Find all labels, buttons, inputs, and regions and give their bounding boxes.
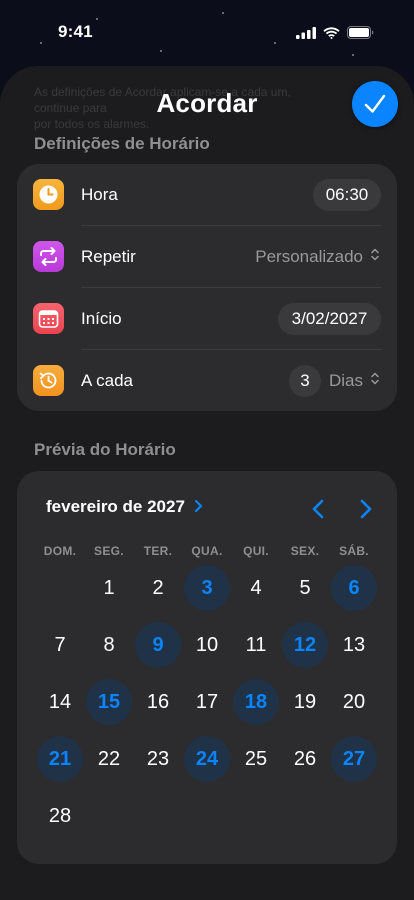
calendar-day[interactable]: 19: [282, 679, 328, 725]
next-month-button[interactable]: [357, 499, 373, 519]
preview-header: Prévia do Horário: [34, 440, 176, 459]
schedule-settings-header: Definições de Horário: [34, 134, 210, 153]
weekday-label: DOM.: [43, 544, 77, 558]
checkmark-icon: [364, 94, 386, 113]
start-date-pill[interactable]: 3/02/2027: [278, 303, 381, 335]
schedule-settings-card: Hora 06:30 Repetir Personalizado Início …: [17, 164, 397, 411]
status-time: 9:41: [58, 22, 93, 41]
calendar-month-title[interactable]: fevereiro de 2027: [46, 497, 203, 517]
chevron-up-down-icon: [371, 248, 379, 261]
calendar-day[interactable]: 16: [135, 679, 181, 725]
star-dot: [160, 50, 162, 52]
history-icon: [33, 365, 64, 396]
calendar-icon: [33, 303, 64, 334]
row-interval[interactable]: A cada 3 Dias: [17, 350, 397, 412]
month-label: fevereiro de 2027: [46, 497, 185, 516]
clock-icon: [33, 179, 64, 210]
repeat-value[interactable]: Personalizado: [255, 247, 363, 267]
interval-unit[interactable]: Dias: [329, 371, 363, 391]
calendar-day[interactable]: 8: [86, 622, 132, 668]
calendar-day[interactable]: 26: [282, 736, 328, 782]
star-dot: [352, 54, 354, 56]
weekday-label: SEX.: [290, 544, 320, 558]
done-button[interactable]: [352, 81, 398, 127]
chevron-right-small-icon: [194, 499, 202, 513]
calendar-day-scheduled[interactable]: 21: [37, 736, 83, 782]
calendar-day[interactable]: 13: [331, 622, 377, 668]
row-start-label: Início: [81, 309, 122, 328]
weekday-label: QUI.: [243, 544, 269, 558]
calendar-day[interactable]: 4: [233, 565, 279, 611]
previous-month-button[interactable]: [311, 499, 327, 519]
weekday-label: TER.: [143, 544, 173, 558]
calendar-day-scheduled[interactable]: 27: [331, 736, 377, 782]
row-interval-label: A cada: [81, 371, 133, 390]
time-value-pill[interactable]: 06:30: [313, 179, 381, 211]
calendar-day[interactable]: 5: [282, 565, 328, 611]
calendar-day-scheduled[interactable]: 15: [86, 679, 132, 725]
calendar-day[interactable]: 7: [37, 622, 83, 668]
calendar-day-scheduled[interactable]: 24: [184, 736, 230, 782]
row-repeat-label: Repetir: [81, 247, 136, 266]
calendar-day-scheduled[interactable]: 12: [282, 622, 328, 668]
calendar-day[interactable]: 2: [135, 565, 181, 611]
row-start[interactable]: Início 3/02/2027: [17, 288, 397, 350]
calendar-day[interactable]: 25: [233, 736, 279, 782]
calendar-card: fevereiro de 2027 DOM. SEG. TER. QUA. QUI. SE…: [17, 471, 397, 864]
star-dot: [274, 42, 276, 44]
calendar-day-scheduled[interactable]: 18: [233, 679, 279, 725]
star-dot: [96, 18, 98, 20]
repeat-icon: [33, 241, 64, 272]
calendar-day[interactable]: 11: [233, 622, 279, 668]
calendar-day[interactable]: 20: [331, 679, 377, 725]
calendar-day[interactable]: 10: [184, 622, 230, 668]
interval-count-pill[interactable]: 3: [289, 365, 321, 397]
chevron-up-down-icon: [371, 372, 379, 385]
wake-up-sheet: As definições de Acordar aplicam-se a ca…: [0, 66, 414, 900]
weekday-label: QUA.: [191, 544, 223, 558]
battery-icon: [347, 26, 374, 39]
status-icons: [296, 26, 374, 39]
row-time[interactable]: Hora 06:30: [17, 164, 397, 226]
star-dot: [222, 12, 224, 14]
calendar-day-scheduled[interactable]: 9: [135, 622, 181, 668]
status-bar: 9:41: [0, 0, 414, 60]
calendar-day[interactable]: 22: [86, 736, 132, 782]
star-dot: [40, 42, 42, 44]
calendar-day-scheduled[interactable]: 6: [331, 565, 377, 611]
calendar-day[interactable]: 28: [37, 793, 83, 839]
weekday-label: SEG.: [94, 544, 124, 558]
weekday-label: SÁB.: [339, 544, 369, 558]
calendar-day[interactable]: 17: [184, 679, 230, 725]
row-time-label: Hora: [81, 185, 118, 204]
row-repeat[interactable]: Repetir Personalizado: [17, 226, 397, 288]
cellular-signal-icon: [296, 26, 316, 39]
calendar-day[interactable]: 14: [37, 679, 83, 725]
calendar-day[interactable]: 23: [135, 736, 181, 782]
calendar-day-scheduled[interactable]: 3: [184, 565, 230, 611]
calendar-day[interactable]: 1: [86, 565, 132, 611]
wifi-icon: [323, 26, 340, 39]
